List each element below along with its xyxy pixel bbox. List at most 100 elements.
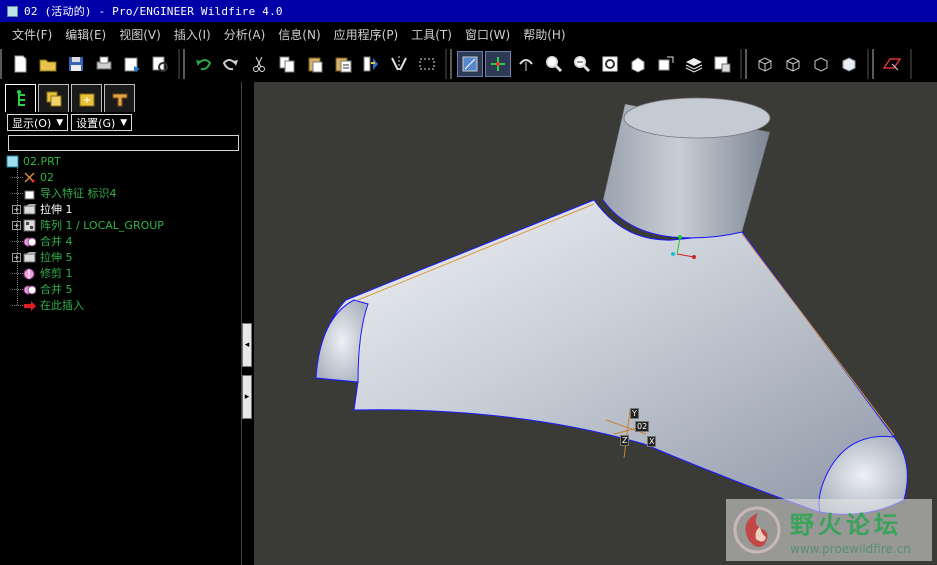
undo-button[interactable] bbox=[191, 52, 215, 76]
copy-icon bbox=[279, 56, 295, 73]
cut-button[interactable] bbox=[247, 52, 271, 76]
select-box-icon bbox=[419, 58, 435, 70]
view-manager-button[interactable] bbox=[710, 52, 734, 76]
cut-icon bbox=[253, 56, 265, 72]
orient-mode-button[interactable] bbox=[514, 52, 538, 76]
layers-button[interactable] bbox=[682, 52, 706, 76]
tree-item[interactable]: 导入特征 标识4 bbox=[6, 185, 238, 201]
navigator-tabs bbox=[5, 84, 137, 112]
shading-button[interactable] bbox=[837, 52, 861, 76]
zoom-in-icon bbox=[546, 56, 563, 73]
layers-icon bbox=[685, 58, 703, 73]
tree-item-label: 02.PRT bbox=[23, 154, 61, 168]
menu-item-2[interactable]: 视图(V) bbox=[119, 26, 161, 43]
hidden-line-icon bbox=[786, 57, 800, 72]
open-folder-icon bbox=[39, 59, 57, 72]
save-button[interactable] bbox=[64, 52, 88, 76]
settings-dropdown[interactable]: 设置(G) ▼ bbox=[71, 114, 133, 131]
menu-item-6[interactable]: 应用程序(P) bbox=[334, 26, 399, 43]
menu-item-9[interactable]: 帮助(H) bbox=[523, 26, 565, 43]
tree-item[interactable]: 02.PRT bbox=[6, 153, 238, 169]
collapse-left-button[interactable]: ◂ bbox=[242, 323, 252, 367]
refit-button[interactable] bbox=[598, 52, 622, 76]
zoom-out-button[interactable] bbox=[570, 52, 594, 76]
tree-item-label: 拉伸 1 bbox=[40, 203, 73, 216]
model-tree-tab[interactable] bbox=[5, 84, 36, 112]
favorites-tab[interactable] bbox=[104, 84, 135, 112]
send-mail-button[interactable] bbox=[120, 52, 144, 76]
repaint-button[interactable] bbox=[457, 51, 483, 77]
tree-item-label: 拉伸 5 bbox=[40, 251, 73, 264]
top-cylinder-rim[interactable] bbox=[623, 97, 771, 139]
datum-plane-button[interactable] bbox=[880, 52, 904, 76]
mirror-button[interactable] bbox=[387, 52, 411, 76]
model-tree-tab-icon bbox=[16, 89, 25, 106]
tree-item-label: 在此插入 bbox=[40, 299, 84, 312]
redo-button[interactable] bbox=[219, 52, 243, 76]
menu-item-7[interactable]: 工具(T) bbox=[411, 26, 452, 43]
print-button[interactable] bbox=[92, 52, 116, 76]
new-file-button[interactable] bbox=[8, 52, 32, 76]
menu-item-0[interactable]: 文件(F) bbox=[12, 26, 52, 43]
surface-body[interactable] bbox=[315, 199, 895, 513]
tree-item[interactable]: + 拉伸 5 bbox=[6, 249, 238, 265]
graphics-window[interactable]: Y 02 X Z bbox=[254, 82, 937, 565]
forum-watermark: 野火论坛 www.proewildfire.cn bbox=[726, 499, 932, 561]
layers-tab-icon bbox=[46, 91, 61, 106]
wireframe-button[interactable] bbox=[753, 52, 777, 76]
spin-center-button[interactable] bbox=[485, 51, 511, 77]
tree-search-input[interactable] bbox=[8, 135, 239, 151]
undo-icon bbox=[196, 59, 212, 71]
open-folder-button[interactable] bbox=[36, 52, 60, 76]
no-hidden-button[interactable] bbox=[809, 52, 833, 76]
saved-views-button[interactable] bbox=[654, 52, 678, 76]
menu-item-1[interactable]: 编辑(E) bbox=[65, 26, 106, 43]
extrude-icon bbox=[23, 203, 36, 214]
reorient-button[interactable] bbox=[626, 52, 650, 76]
toolbar-group-4 bbox=[872, 49, 912, 79]
title-bar: 02 (活动的) - Pro/ENGINEER Wildfire 4.0 bbox=[0, 0, 937, 22]
tree-item[interactable]: 在此插入 bbox=[6, 297, 238, 313]
expand-right-button[interactable]: ▸ bbox=[242, 375, 252, 419]
tree-item[interactable]: 合并 5 bbox=[6, 281, 238, 297]
wireframe-icon bbox=[758, 57, 772, 72]
tree-item[interactable]: + 阵列 1 / LOCAL_GROUP bbox=[6, 217, 238, 233]
model-viewport[interactable] bbox=[254, 82, 937, 565]
import-feature-icon bbox=[24, 190, 35, 199]
tree-item[interactable]: + 拉伸 1 bbox=[6, 201, 238, 217]
paste-button[interactable] bbox=[303, 52, 327, 76]
regenerate-button[interactable] bbox=[359, 52, 383, 76]
select-box-button[interactable] bbox=[415, 52, 439, 76]
view-manager-icon bbox=[714, 56, 731, 73]
csys-z-label: Z bbox=[620, 435, 630, 446]
copy-button[interactable] bbox=[275, 52, 299, 76]
tree-item[interactable]: 修剪 1 bbox=[6, 265, 238, 281]
spin-center-icon bbox=[491, 57, 505, 71]
panel-splitter[interactable]: ◂ ▸ bbox=[242, 82, 254, 565]
display-dropdown[interactable]: 显示(O) ▼ bbox=[7, 114, 69, 131]
menu-item-8[interactable]: 窗口(W) bbox=[465, 26, 510, 43]
tree-item-label: 02 bbox=[40, 170, 54, 184]
toolbar-group-3 bbox=[745, 49, 869, 79]
trim-icon bbox=[23, 268, 35, 279]
hidden-line-button[interactable] bbox=[781, 52, 805, 76]
saved-views-icon bbox=[658, 56, 674, 71]
merge-icon bbox=[23, 285, 36, 294]
search-find-button[interactable] bbox=[148, 52, 172, 76]
watermark-url: www.proewildfire.cn bbox=[790, 541, 911, 556]
search-find-icon bbox=[152, 56, 168, 72]
folder-browser-tab[interactable] bbox=[71, 84, 102, 112]
menu-item-4[interactable]: 分析(A) bbox=[224, 26, 266, 43]
tree-item[interactable]: 02 bbox=[6, 169, 238, 185]
layers-tab[interactable] bbox=[38, 84, 69, 112]
tree-item-label: 合并 4 bbox=[40, 235, 73, 248]
csys-y-label: Y bbox=[630, 408, 639, 419]
arrow-right-icon: ▸ bbox=[244, 392, 250, 402]
menu-item-5[interactable]: 信息(N) bbox=[278, 26, 320, 43]
menu-item-3[interactable]: 插入(I) bbox=[174, 26, 211, 43]
tree-item[interactable]: 合并 4 bbox=[6, 233, 238, 249]
orient-mode-icon bbox=[519, 59, 533, 71]
reorient-icon bbox=[631, 57, 645, 73]
paste-special-button[interactable] bbox=[331, 52, 355, 76]
zoom-in-button[interactable] bbox=[542, 52, 566, 76]
